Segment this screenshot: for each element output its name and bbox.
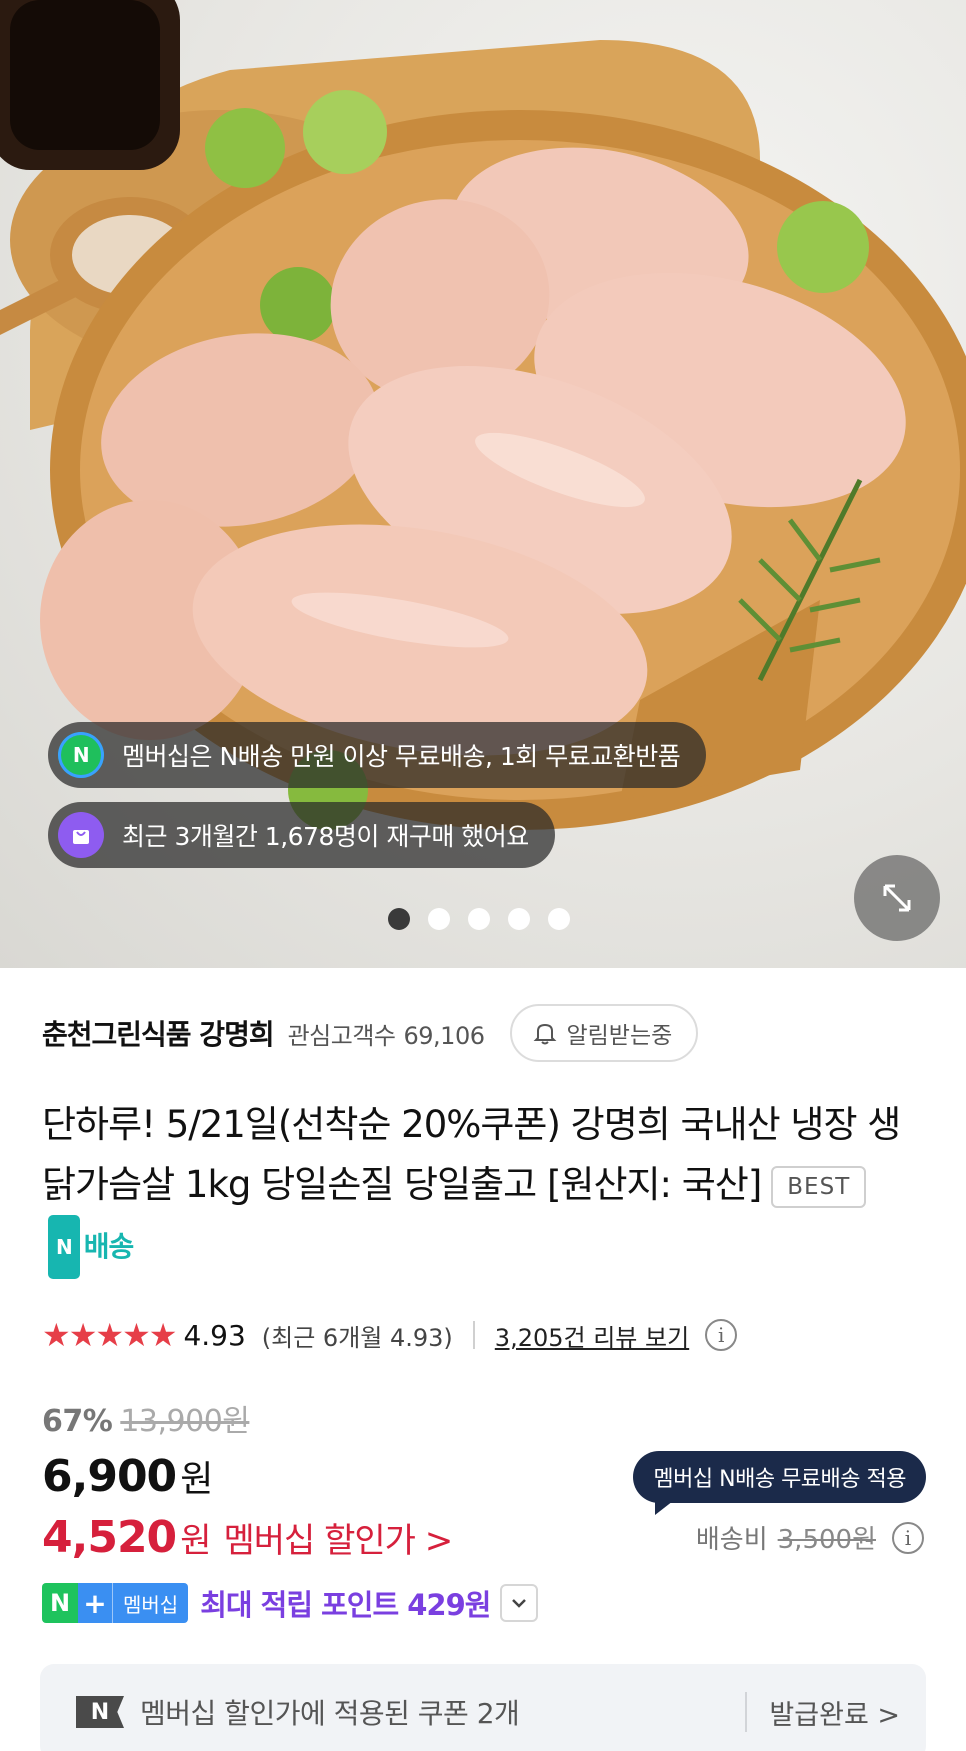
bell-icon [534,1023,557,1045]
review-link[interactable]: 3,205건 리뷰 보기 [495,1318,689,1353]
interest-count: 69,106 [403,1021,485,1050]
sale-price-row: 6,900 원 [42,1450,213,1502]
shipping-tooltip: 멤버십 N배송 무료배송 적용 [633,1451,926,1515]
membership-badge-label: 멤버십 [112,1583,189,1623]
product-image-carousel[interactable]: N 멤버십은 N배송 만원 이상 무료배송, 1회 무료교환반품 최근 3개월간… [0,0,966,968]
carousel-dot[interactable] [388,908,410,930]
info-icon[interactable]: i [705,1319,738,1351]
member-price: 4,520 [42,1512,177,1563]
divider [472,1321,475,1349]
n-delivery-label: 배송 [83,1230,135,1263]
max-points-text: 최대 적립 포인트 429원 [200,1588,491,1622]
member-price-label[interactable]: 멤버십 할인가 > [223,1513,453,1562]
notify-label: 알림받는중 [566,1023,673,1049]
best-badge: BEST [771,1165,867,1208]
shipping-fee: 배송비 3,500원 i [696,1519,924,1556]
naver-n-icon: N [42,1583,78,1623]
store-info-row: 춘천그린식품 강명희 관심고객수 69,106 알림받는중 [42,1003,942,1063]
coupon-icon: N [76,1696,124,1728]
carousel-dot[interactable] [468,908,490,930]
carousel-indicator [388,908,570,930]
rating-recent: (최근 6개월 4.93) [261,1323,453,1352]
divider [745,1692,748,1732]
n-delivery-icon: N [48,1215,80,1279]
discount-row: 67% 13,900원 [42,1396,250,1440]
sale-price: 6,900 [42,1451,177,1502]
shipping-info-icon[interactable]: i [892,1521,924,1554]
rating-score: 4.93 [183,1318,246,1352]
product-title-block: 단하루! 5/21일(선착순 20%쿠폰) 강명희 국내산 냉장 생 닭가슴살 … [42,1095,922,1279]
repurchase-notice-text: 최근 3개월간 1,678명이 재구매 했어요 [122,822,529,851]
rating-stars: ★★★★★ [42,1316,177,1354]
expand-arrows-icon [883,884,911,912]
sale-price-unit: 원 [180,1459,214,1500]
notify-button[interactable]: 알림받는중 [510,1004,699,1062]
membership-notice-pill: N 멤버십은 N배송 만원 이상 무료배송, 1회 무료교환반품 [48,722,707,788]
rating-row: ★★★★★ 4.93 (최근 6개월 4.93) 3,205건 리뷰 보기 i [42,1313,942,1357]
expand-image-button[interactable] [854,855,940,941]
shipping-fee-value: 3,500원 [777,1525,876,1555]
naver-plus-membership-badge: N + 멤버십 [42,1583,189,1623]
n-delivery-badge: N 배송 [42,1215,135,1279]
chevron-down-icon [512,1599,527,1608]
member-price-row[interactable]: 4,520 원 멤버십 할인가 > [42,1512,453,1563]
coupon-text: 멤버십 할인가에 적용된 쿠폰 2개 [140,1697,520,1730]
naver-membership-icon: N [58,732,104,778]
shipping-fee-label: 배송비 [695,1525,768,1555]
store-name[interactable]: 춘천그린식품 강명희 [42,1013,275,1053]
shopping-bag-icon [58,812,104,858]
plus-icon: + [78,1583,112,1623]
coupon-bar[interactable]: N 멤버십 할인가에 적용된 쿠폰 2개 발급완료 > [40,1664,926,1751]
carousel-dot[interactable] [508,908,530,930]
membership-notice-text: 멤버십은 N배송 만원 이상 무료배송, 1회 무료교환반품 [122,742,681,771]
points-expand-button[interactable] [500,1584,539,1622]
interest-customers: 관심고객수 69,106 [288,1016,485,1051]
points-row: N + 멤버십 최대 적립 포인트 429원 [42,1583,539,1623]
discount-rate: 67% [42,1404,113,1439]
repurchase-notice-pill: 최근 3개월간 1,678명이 재구매 했어요 [48,802,555,868]
original-price: 13,900원 [120,1404,250,1439]
interest-label: 관심고객수 [287,1021,396,1050]
carousel-dot[interactable] [548,908,570,930]
carousel-dot[interactable] [428,908,450,930]
coupon-status[interactable]: 발급완료 > [769,1693,900,1732]
member-price-unit: 원 [180,1521,212,1561]
